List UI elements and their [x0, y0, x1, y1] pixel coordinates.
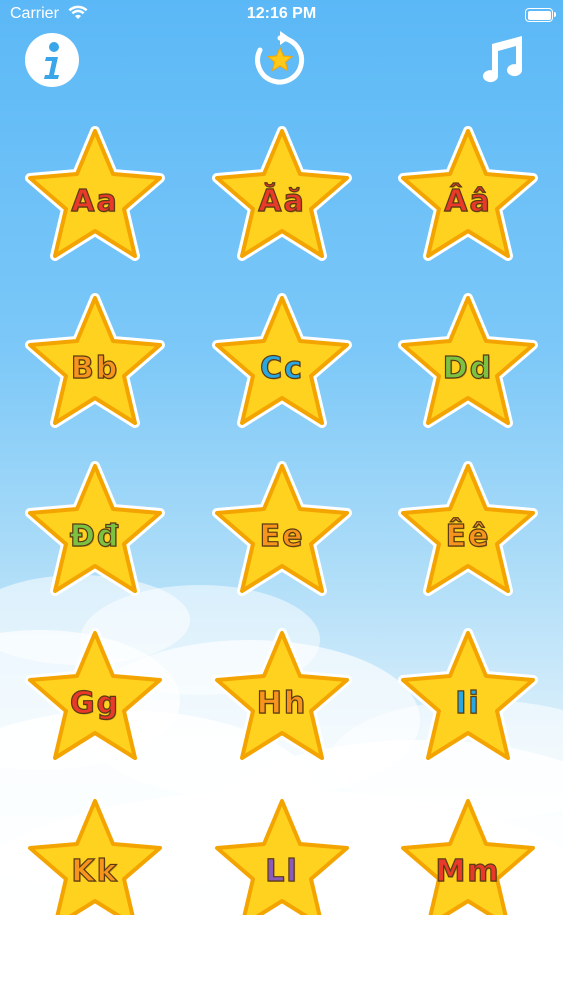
letter-star-button[interactable]: Hh	[209, 627, 355, 773]
letter-grid: Aa Ăă Ââ Bb Cc Dd Đđ Ee Êê Gg Hh Ii Kk Ll Mm	[0, 120, 563, 915]
letter-star-button[interactable]: Ll	[209, 795, 355, 915]
letter-label: Êê	[445, 519, 491, 554]
letter-star-button[interactable]: Ii	[395, 627, 541, 773]
letter-label: Hh	[256, 686, 308, 721]
letter-label: Ii	[455, 686, 481, 721]
letter-label: Ee	[259, 519, 305, 554]
letter-label: Ăă	[258, 184, 306, 219]
letter-label: Aa	[71, 184, 119, 219]
letter-label: Ll	[265, 854, 299, 889]
letter-star-button[interactable]: Ââ	[395, 125, 541, 271]
letter-star-button[interactable]: Êê	[395, 460, 541, 606]
info-button[interactable]	[22, 30, 82, 90]
letter-star-button[interactable]: Đđ	[22, 460, 168, 606]
clock: 12:16 PM	[246, 5, 317, 22]
battery-icon	[525, 8, 556, 22]
letter-label: Mm	[435, 854, 501, 889]
restart-button[interactable]	[250, 30, 310, 90]
letter-label: Ââ	[444, 184, 492, 219]
status-bar: Carrier 12:16 PM	[0, 0, 563, 30]
music-note-icon	[483, 36, 523, 83]
music-button[interactable]	[470, 30, 530, 90]
letter-star-button[interactable]: Ăă	[209, 125, 355, 271]
letter-star-button[interactable]: Aa	[22, 125, 168, 271]
letter-star-button[interactable]: Ee	[209, 460, 355, 606]
restart-star-icon	[255, 31, 305, 85]
letter-star-button[interactable]: Cc	[209, 292, 355, 438]
letter-star-button[interactable]: Dd	[395, 292, 541, 438]
letter-star-button[interactable]: Mm	[395, 795, 541, 915]
letter-label: Đđ	[69, 519, 121, 554]
letter-star-button[interactable]: Bb	[22, 292, 168, 438]
letter-label: Cc	[259, 351, 304, 386]
letter-label: Gg	[69, 686, 121, 721]
letter-label: Bb	[70, 351, 120, 386]
info-icon	[25, 33, 79, 87]
letter-star-button[interactable]: Gg	[22, 627, 168, 773]
letter-label: Kk	[71, 854, 119, 889]
letter-star-button[interactable]: Kk	[22, 795, 168, 915]
letter-label: Dd	[442, 351, 494, 386]
